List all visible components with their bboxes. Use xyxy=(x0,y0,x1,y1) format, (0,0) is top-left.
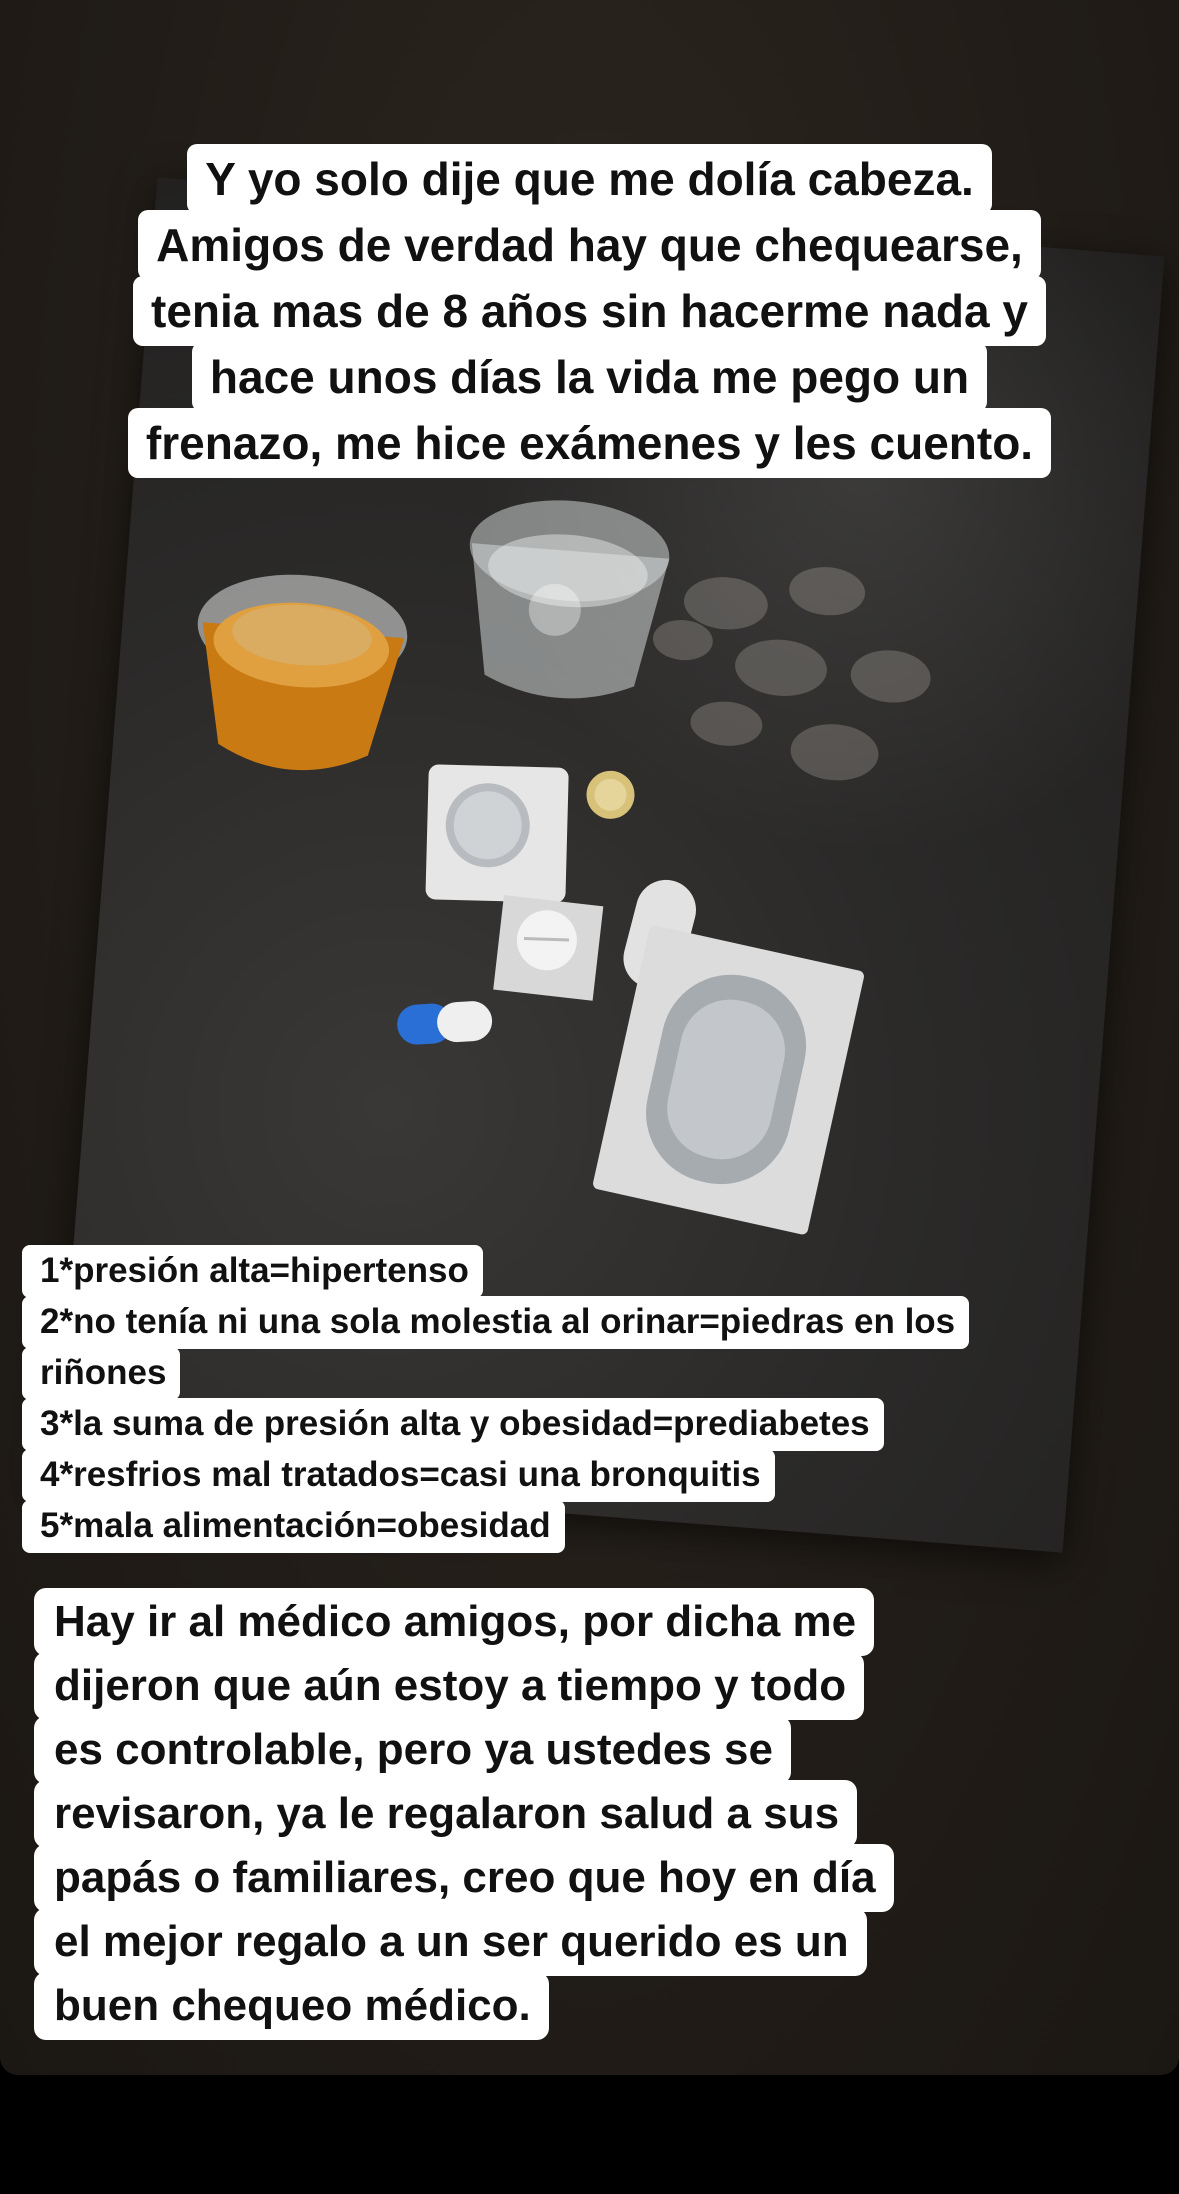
diagnosis-list-line: 2*no tenía ni una sola molestia al orina… xyxy=(22,1296,970,1349)
top-caption-line: tenia mas de 8 años sin hacerme nada y xyxy=(133,276,1046,346)
bottom-caption: Hay ir al médico amigos, por dicha me di… xyxy=(34,1588,894,2040)
bottom-caption-line: buen chequeo médico. xyxy=(34,1972,549,2040)
bottom-caption-line: es controlable, pero ya ustedes se xyxy=(34,1716,791,1784)
bottom-caption-line: Hay ir al médico amigos, por dicha me xyxy=(34,1588,875,1656)
diagnosis-list-line: 3*la suma de presión alta y obesidad=pre… xyxy=(22,1398,884,1451)
diagnosis-list-line: 1*presión alta=hipertenso xyxy=(22,1245,483,1298)
white-tablet-blister xyxy=(493,895,604,1001)
top-caption: Y yo solo dije que me dolía cabeza. Amig… xyxy=(0,144,1179,478)
bottom-caption-line: revisaron, ya le regalaron salud a sus xyxy=(34,1780,858,1848)
round-pill-blister xyxy=(425,764,569,903)
diagnosis-list-line: riñones xyxy=(22,1347,181,1400)
clear-water-cup xyxy=(469,500,670,699)
top-caption-line: Y yo solo dije que me dolía cabeza. xyxy=(187,144,992,214)
diagnosis-list-line: 4*resfrios mal tratados=casi una bronqui… xyxy=(22,1449,775,1502)
diagnosis-list-caption: 1*presión alta=hipertenso 2*no tenía ni … xyxy=(22,1245,970,1553)
diagnosis-list-line: 5*mala alimentación=obesidad xyxy=(22,1500,565,1553)
top-caption-line: hace unos días la vida me pego un xyxy=(191,342,988,412)
blue-white-capsule xyxy=(397,1001,493,1045)
bottom-caption-line: el mejor regalo a un ser querido es un xyxy=(34,1908,867,1976)
story-frame: Y yo solo dije que me dolía cabeza. Amig… xyxy=(0,0,1179,2075)
bottom-caption-line: dijeron que aún estoy a tiempo y todo xyxy=(34,1652,865,1720)
top-caption-line: Amigos de verdad hay que chequearse, xyxy=(138,210,1041,280)
top-caption-line: frenazo, me hice exámenes y les cuento. xyxy=(127,408,1052,478)
bottom-caption-line: papás o familiares, creo que hoy en día xyxy=(34,1844,894,1912)
amber-liquid-cup xyxy=(197,574,408,771)
